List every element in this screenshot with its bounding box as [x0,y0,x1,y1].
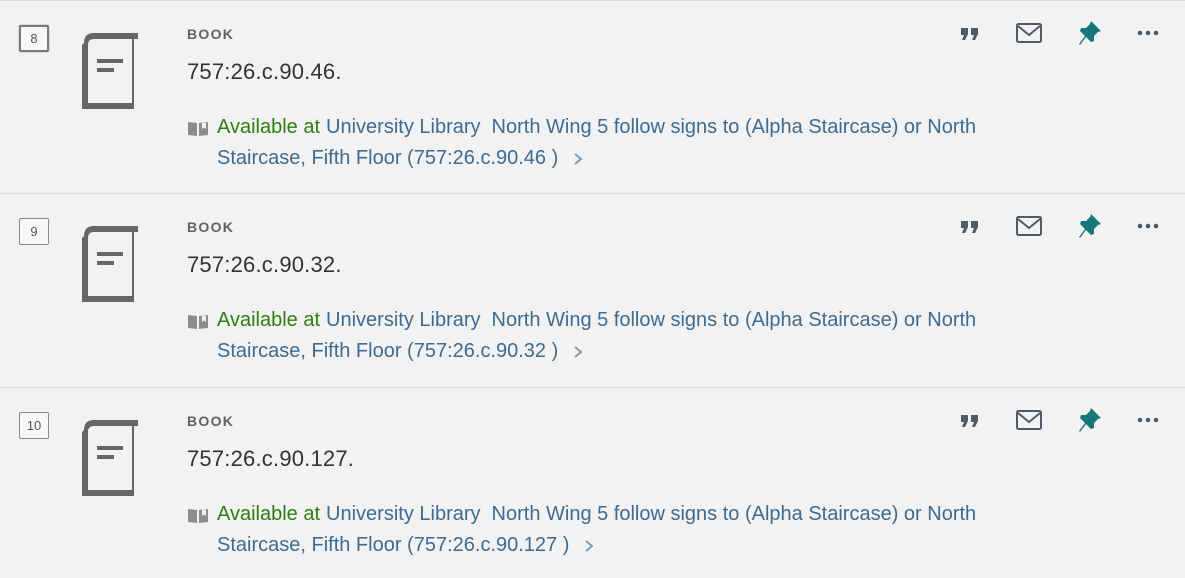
location-line-1[interactable]: North Wing 5 follow signs to (Alpha Stai… [492,499,977,530]
resource-type: BOOK [187,413,235,429]
email-button[interactable] [1014,212,1044,240]
quote-icon [961,28,978,40]
result-number[interactable]: 10 [19,412,49,439]
availability-status: Available at [217,503,321,525]
envelope-icon [1016,23,1042,43]
location-line-2[interactable]: Staircase, Fifth Floor (757:26.c.90.32 ) [217,336,558,367]
email-button[interactable] [1014,19,1044,47]
pin-button[interactable] [1075,19,1105,47]
result-number[interactable]: 8 [19,25,49,52]
resource-type: BOOK [187,26,235,42]
email-button[interactable] [1014,406,1044,434]
quote-icon [961,415,978,427]
result-title[interactable]: 757:26.c.90.32. [187,252,342,278]
book-icon[interactable] [76,222,140,306]
result-number[interactable]: 9 [19,218,49,245]
more-actions-button[interactable] [1133,19,1163,47]
location-line-2[interactable]: Staircase, Fifth Floor (757:26.c.90.46 ) [217,143,558,174]
ellipsis-icon [1137,417,1159,423]
pushpin-icon [1079,214,1101,238]
resource-type: BOOK [187,219,235,235]
cite-button[interactable] [955,212,985,240]
quote-icon [961,221,978,233]
cite-button[interactable] [955,19,985,47]
open-book-icon [188,314,208,329]
result-item[interactable]: 10 BOOK 757:26.c.90.127. Available at Un… [0,388,1185,578]
envelope-icon [1016,410,1042,430]
result-item[interactable]: 8 BOOK 757:26.c.90.46. Available at Univ… [0,0,1185,194]
action-bar [955,212,1165,242]
library-name[interactable]: University Library [326,112,480,143]
book-icon[interactable] [76,416,140,500]
open-book-icon [188,121,208,136]
availability-status: Available at [217,116,321,138]
results-list: 8 BOOK 757:26.c.90.46. Available at Univ… [0,0,1185,578]
library-name[interactable]: University Library [326,499,480,530]
cite-button[interactable] [955,406,985,434]
result-title[interactable]: 757:26.c.90.127. [187,446,354,472]
chevron-right-icon[interactable] [572,152,584,166]
result-title[interactable]: 757:26.c.90.46. [187,59,342,85]
ellipsis-icon [1137,223,1159,229]
chevron-right-icon[interactable] [583,539,595,553]
availability-status: Available at [217,309,321,331]
result-item[interactable]: 9 BOOK 757:26.c.90.32. Available at Univ… [0,194,1185,388]
location-line-1[interactable]: North Wing 5 follow signs to (Alpha Stai… [492,305,977,336]
availability[interactable]: Available at University Library North Wi… [187,499,1067,561]
availability[interactable]: Available at University Library North Wi… [187,112,1067,174]
action-bar [955,406,1165,436]
chevron-right-icon[interactable] [572,345,584,359]
library-name[interactable]: University Library [326,305,480,336]
open-book-icon [188,508,208,523]
ellipsis-icon [1137,30,1159,36]
pushpin-icon [1079,408,1101,432]
location-line-2[interactable]: Staircase, Fifth Floor (757:26.c.90.127 … [217,530,569,561]
more-actions-button[interactable] [1133,406,1163,434]
book-icon[interactable] [76,29,140,113]
pushpin-icon [1079,21,1101,45]
envelope-icon [1016,216,1042,236]
more-actions-button[interactable] [1133,212,1163,240]
pin-button[interactable] [1075,212,1105,240]
availability[interactable]: Available at University Library North Wi… [187,305,1067,367]
location-line-1[interactable]: North Wing 5 follow signs to (Alpha Stai… [492,112,977,143]
pin-button[interactable] [1075,406,1105,434]
action-bar [955,19,1165,49]
